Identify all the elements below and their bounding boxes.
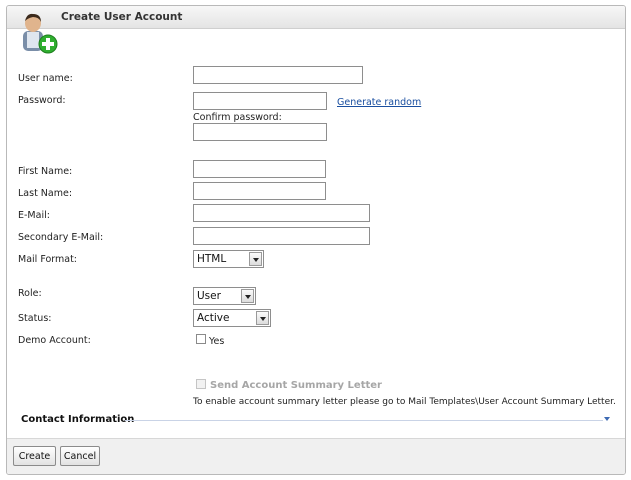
title-bar: Create User Account [7,6,625,29]
first-name-input[interactable] [193,160,326,178]
mail-format-value: HTML [197,253,227,265]
password-input[interactable] [193,92,327,110]
username-label: User name: [18,73,73,84]
create-button[interactable]: Create [13,446,56,466]
summary-hint-text: To enable account summary letter please … [193,397,616,407]
user-add-icon [23,13,58,54]
create-user-dialog: Create User Account User name: Password:… [6,5,626,475]
demo-account-checkbox[interactable] [196,334,206,344]
email-label: E-Mail: [18,210,50,221]
chevron-down-icon[interactable] [604,417,610,421]
role-select[interactable]: User [193,287,256,305]
username-input[interactable] [193,66,363,84]
chevron-down-icon [249,252,262,266]
role-value: User [197,290,221,302]
email-input[interactable] [193,204,370,222]
demo-account-label: Demo Account: [18,335,91,346]
mail-format-label: Mail Format: [18,254,77,265]
confirm-password-input[interactable] [193,123,327,141]
secondary-email-label: Secondary E-Mail: [18,232,104,243]
send-summary-label: Send Account Summary Letter [210,380,382,391]
status-label: Status: [18,313,52,324]
last-name-input[interactable] [193,182,326,200]
contact-information-header[interactable]: Contact Information [21,414,134,425]
confirm-password-label: Confirm password: [193,112,282,123]
demo-account-yes-label: Yes [209,336,225,347]
chevron-down-icon [256,311,269,325]
chevron-down-icon [241,289,254,303]
generate-random-link[interactable]: Generate random [337,97,421,108]
password-label: Password: [18,95,66,106]
last-name-label: Last Name: [18,188,73,199]
secondary-email-input[interactable] [193,227,370,245]
dialog-title: Create User Account [61,11,183,23]
role-label: Role: [18,288,42,299]
status-value: Active [197,312,230,324]
cancel-button[interactable]: Cancel [60,446,100,466]
section-divider [125,420,603,421]
send-summary-checkbox[interactable] [196,379,206,389]
status-select[interactable]: Active [193,309,271,327]
first-name-label: First Name: [18,166,73,177]
mail-format-select[interactable]: HTML [193,250,264,268]
